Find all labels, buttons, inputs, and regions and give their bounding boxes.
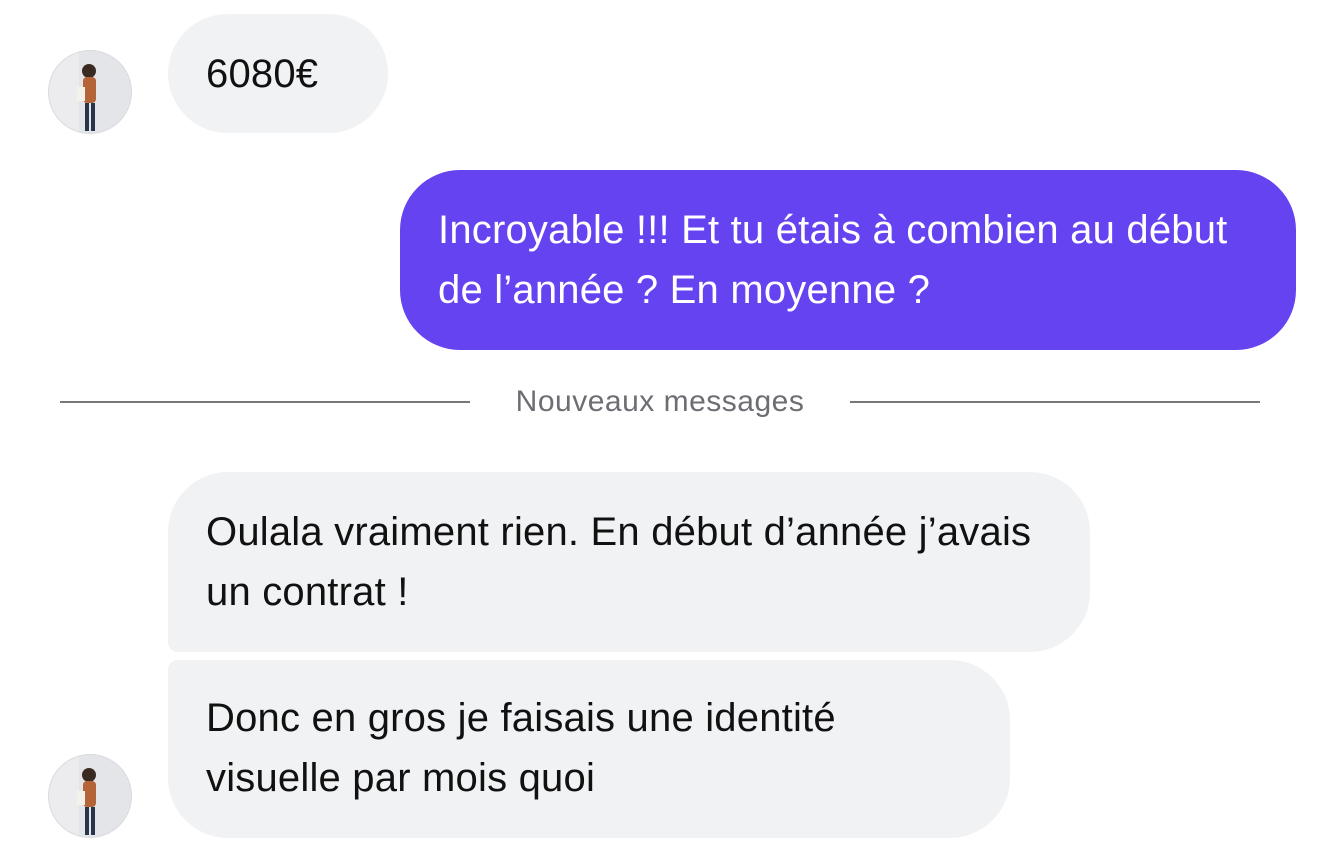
divider-line-right: [850, 401, 1260, 403]
divider-line-left: [60, 401, 470, 403]
incoming-message-bubble[interactable]: Oulala vraiment rien. En début d’année j…: [168, 472, 1090, 652]
message-text: 6080€: [206, 52, 319, 96]
new-messages-divider-label: Nouveaux messages: [515, 385, 805, 418]
contact-avatar[interactable]: [48, 50, 132, 134]
avatar-photo-icon: [49, 51, 131, 133]
message-text: Donc en gros je faisais une identité vis…: [206, 696, 836, 800]
outgoing-message-bubble[interactable]: Incroyable !!! Et tu étais à combien au …: [400, 170, 1296, 350]
avatar-photo-icon: [49, 755, 131, 837]
incoming-message-bubble[interactable]: 6080€: [168, 14, 388, 133]
incoming-message-bubble[interactable]: Donc en gros je faisais une identité vis…: [168, 660, 1010, 838]
contact-avatar[interactable]: [48, 754, 132, 838]
message-text: Oulala vraiment rien. En début d’année j…: [206, 510, 1032, 614]
message-text: Incroyable !!! Et tu étais à combien au …: [438, 208, 1228, 312]
